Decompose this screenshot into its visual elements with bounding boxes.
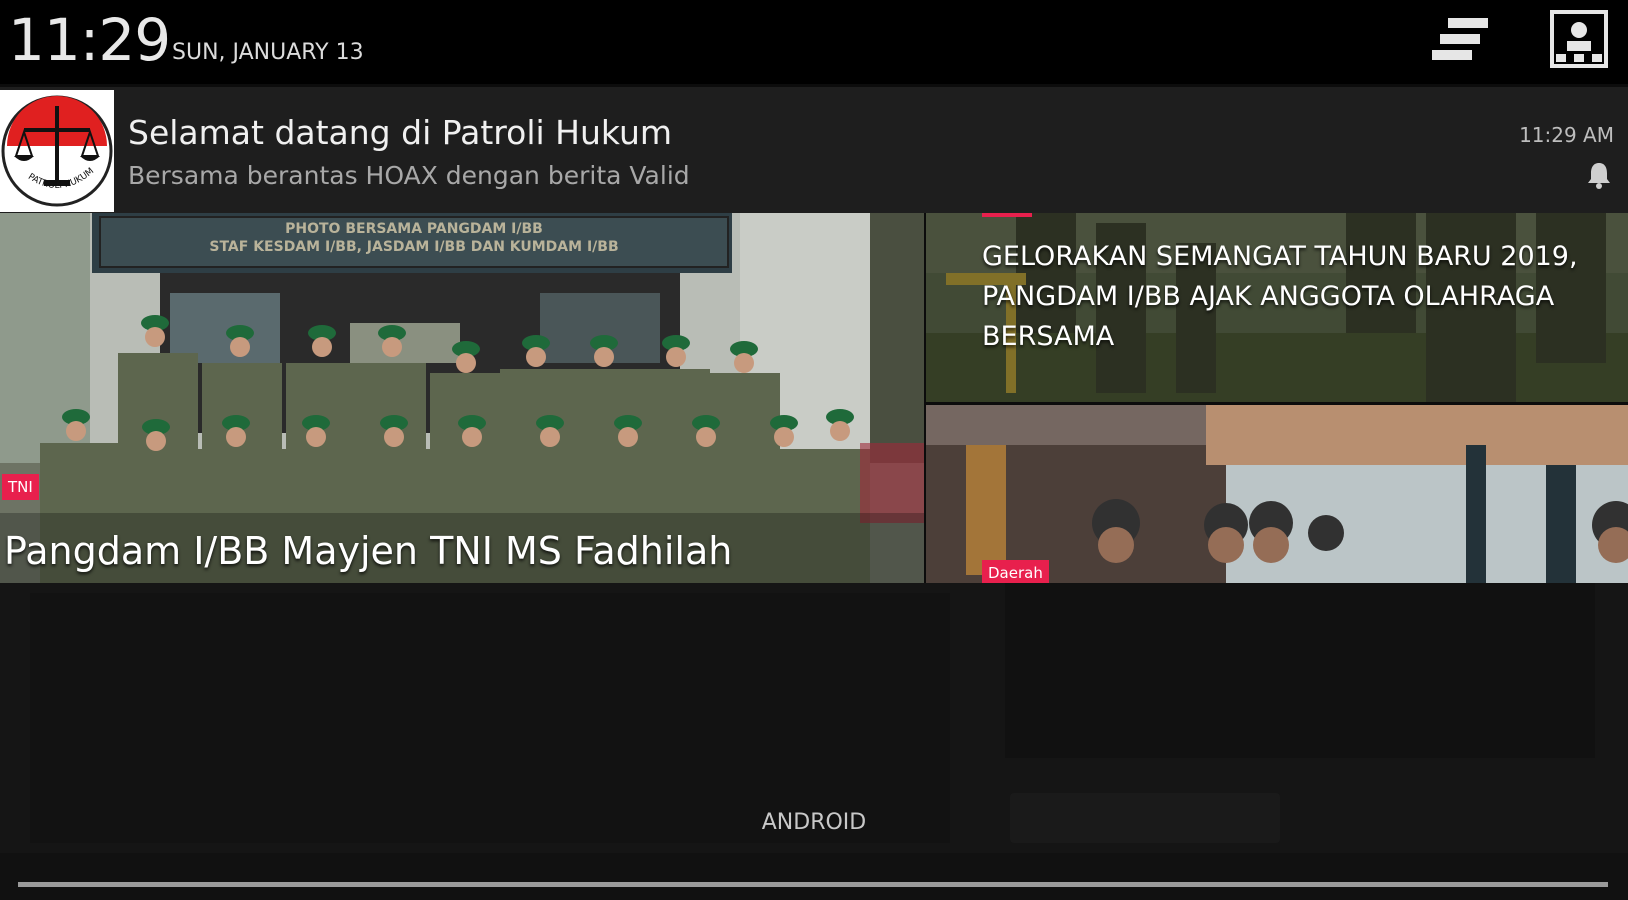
news-story-top-headline: GELORAKAN SEMANGAT TAHUN BARU 2019, PANG… (982, 241, 1578, 352)
background-app-card (1005, 583, 1595, 758)
status-bar: 11:29 SUN, JANUARY 13 (0, 0, 1628, 84)
notification-shade-handle[interactable] (18, 882, 1608, 887)
notification-card[interactable]: PATROLI HUKUM Selamat datang di Patroli … (0, 87, 1628, 213)
featured-story[interactable]: PHOTO BERSAMA PANGDAM I/BB STAF KESDAM I… (0, 213, 924, 583)
bell-icon (1586, 161, 1612, 189)
notification-shade-handle-area (0, 853, 1628, 900)
news-story-top[interactable]: GELORAKAN SEMANGAT TAHUN BARU 2019, PANG… (926, 213, 1628, 402)
notification-title: Selamat datang di Patroli Hukum (128, 113, 673, 152)
quick-settings-icon[interactable] (1428, 14, 1494, 68)
background-app-article (30, 593, 950, 843)
featured-story-photo: PHOTO BERSAMA PANGDAM I/BB STAF KESDAM I… (0, 213, 924, 583)
user-switch-icon[interactable] (1550, 10, 1608, 68)
story-category-tag: TNI (2, 474, 39, 500)
notification-time: 11:29 AM (1519, 123, 1614, 147)
notification-text: Bersama berantas HOAX dengan berita Vali… (128, 161, 690, 190)
status-date: SUN, JANUARY 13 (172, 40, 364, 65)
banner-line-1: PHOTO BERSAMA PANGDAM I/BB (285, 221, 543, 237)
carrier-label: ANDROID (761, 810, 867, 835)
news-story-bottom[interactable]: Daerah (926, 405, 1628, 583)
story-category-tag: Daerah (982, 560, 1049, 583)
status-clock: 11:29 (8, 6, 171, 74)
featured-story-headline: Pangdam I/BB Mayjen TNI MS Fadhilah (4, 529, 733, 573)
news-story-bottom-photo (926, 405, 1628, 583)
banner-line-2: STAF KESDAM I/BB, JASDAM I/BB DAN KUMDAM… (209, 239, 618, 255)
news-slider: PHOTO BERSAMA PANGDAM I/BB STAF KESDAM I… (0, 213, 1628, 583)
patroli-hukum-logo: PATROLI HUKUM (0, 90, 114, 212)
